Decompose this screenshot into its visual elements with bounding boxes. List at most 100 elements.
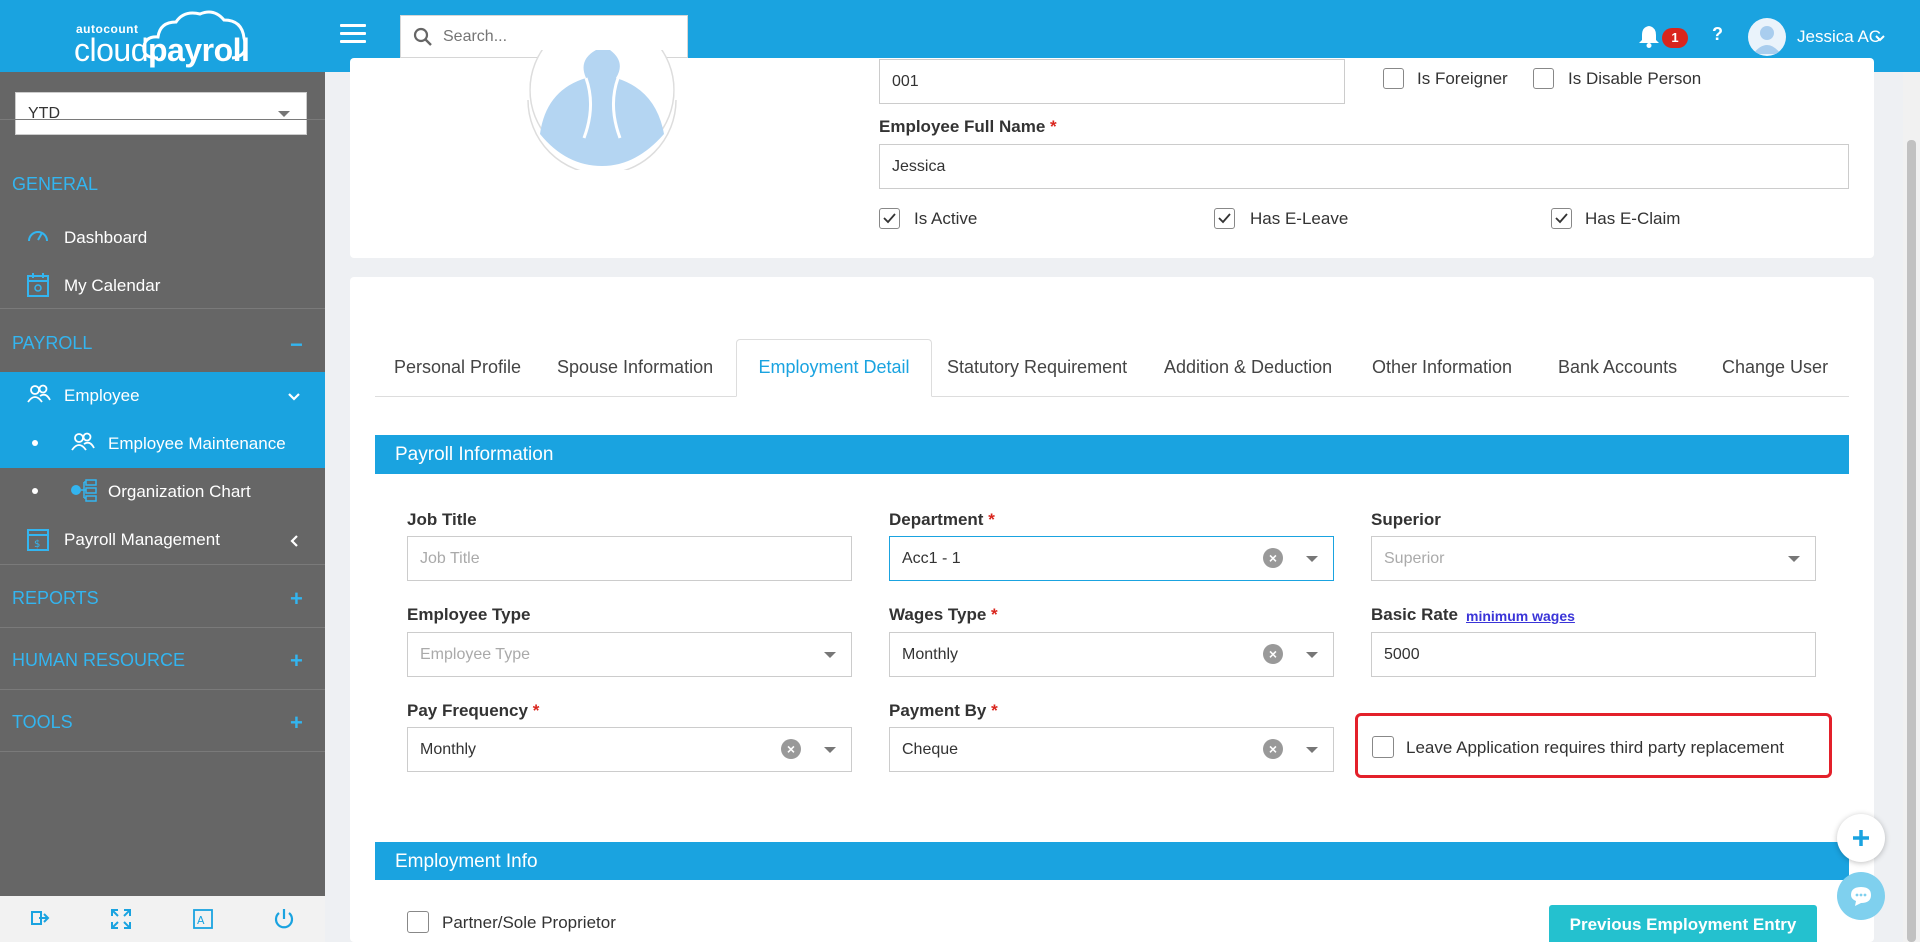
basic-rate-value: 5000 (1384, 646, 1420, 663)
job-title-label: Job Title (407, 510, 477, 529)
power-icon[interactable] (273, 908, 295, 930)
is-foreigner-checkbox[interactable] (1383, 68, 1404, 89)
has-eleave-label: Has E-Leave (1250, 209, 1349, 228)
is-disable-checkbox[interactable] (1533, 68, 1554, 89)
expand-icon[interactable]: + (290, 650, 303, 672)
tab-statutory-requirement[interactable]: Statutory Requirement (947, 357, 1127, 378)
help-icon[interactable]: ? (1712, 24, 1723, 45)
search-input[interactable] (443, 24, 673, 50)
sidebar-footer: A (0, 896, 325, 942)
superior-label: Superior (1371, 510, 1441, 529)
divider (0, 689, 325, 690)
section-payroll[interactable]: PAYROLL (12, 333, 92, 354)
tab-addition-deduction[interactable]: Addition & Deduction (1164, 357, 1332, 378)
pay-frequency-select[interactable]: Monthly × (407, 727, 852, 772)
clear-icon[interactable]: × (1263, 548, 1283, 568)
previous-employment-button[interactable]: Previous Employment Entry (1549, 905, 1817, 942)
is-foreigner-label: Is Foreigner (1417, 69, 1508, 88)
fullscreen-icon[interactable] (110, 908, 132, 930)
sidebar-item-calendar[interactable]: My Calendar (0, 262, 325, 308)
section-general[interactable]: GENERAL (12, 174, 98, 195)
add-fab-button[interactable] (1837, 814, 1885, 862)
tab-employment-detail[interactable]: Employment Detail (736, 339, 932, 397)
chevron-down-icon[interactable] (1788, 556, 1800, 562)
partner-checkbox[interactable] (407, 911, 429, 933)
minimum-wages-link[interactable]: minimum wages (1466, 608, 1575, 624)
chat-fab-button[interactable] (1837, 872, 1885, 920)
department-select[interactable]: Acc1 - 1 × (889, 536, 1334, 581)
wages-type-label: Wages Type * (889, 605, 998, 625)
sidebar-item-label: Organization Chart (108, 482, 251, 501)
tab-bank-accounts[interactable]: Bank Accounts (1558, 357, 1677, 378)
logout-icon[interactable] (30, 908, 50, 928)
calendar-icon (27, 273, 49, 297)
clear-icon[interactable]: × (781, 739, 801, 759)
chevron-down-icon[interactable] (1306, 652, 1318, 658)
sidebar-item-label: My Calendar (64, 276, 161, 295)
chat-icon (1851, 887, 1871, 906)
job-title-input[interactable]: Job Title (407, 536, 852, 581)
employee-type-select[interactable]: Employee Type (407, 632, 852, 677)
leave-replacement-checkbox[interactable] (1372, 736, 1394, 758)
required-mark: * (988, 510, 995, 529)
basic-rate-input[interactable]: 5000 (1371, 632, 1816, 677)
scrollbar-thumb[interactable] (1907, 140, 1916, 942)
chevron-down-icon[interactable] (1306, 747, 1318, 753)
tab-other-information[interactable]: Other Information (1372, 357, 1512, 378)
brand-logo[interactable]: autocount cloudpayroll (0, 0, 325, 72)
check-icon (1218, 213, 1231, 224)
department-label-text: Department (889, 510, 984, 529)
has-eclaim-label: Has E-Claim (1585, 209, 1681, 228)
tab-spouse-information[interactable]: Spouse Information (557, 357, 713, 378)
section-human-resource[interactable]: HUMAN RESOURCE (12, 650, 185, 671)
section-title: Employment Info (395, 851, 538, 872)
expand-icon[interactable]: + (290, 588, 303, 610)
required-mark: * (991, 605, 998, 624)
employee-photo[interactable] (526, 50, 678, 170)
clear-icon[interactable]: × (1263, 739, 1283, 759)
leave-replacement-label: Leave Application requires third party r… (1406, 738, 1784, 757)
brand-name: cloudpayroll (74, 32, 250, 69)
superior-select[interactable]: Superior (1371, 536, 1816, 581)
collapse-icon[interactable]: − (290, 334, 303, 356)
plus-icon (1853, 830, 1869, 846)
payment-by-select[interactable]: Cheque × (889, 727, 1334, 772)
department-value: Acc1 - 1 (902, 550, 961, 567)
sidebar-item-dashboard[interactable]: Dashboard (0, 214, 325, 260)
has-eleave-checkbox[interactable] (1214, 208, 1235, 229)
page-scrollbar[interactable] (1903, 72, 1920, 942)
notification-badge[interactable]: 1 (1662, 28, 1688, 48)
section-tools[interactable]: TOOLS (12, 712, 73, 733)
full-name-label-text: Employee Full Name (879, 117, 1046, 136)
expand-icon[interactable]: + (290, 712, 303, 734)
wages-type-value: Monthly (902, 646, 959, 663)
user-name[interactable]: Jessica AC (1797, 27, 1881, 47)
sidebar-item-employee[interactable]: Employee (0, 372, 325, 420)
tab-personal-profile[interactable]: Personal Profile (394, 357, 521, 378)
sidebar-item-payroll-management[interactable]: $ Payroll Management (0, 516, 325, 564)
required-mark: * (1050, 117, 1057, 136)
full-name-field[interactable]: Jessica (879, 144, 1849, 189)
bell-icon[interactable] (1638, 24, 1660, 48)
section-reports[interactable]: REPORTS (12, 588, 99, 609)
sidebar-item-employee-maintenance[interactable]: Employee Maintenance (0, 420, 325, 468)
required-mark: * (991, 701, 998, 720)
is-active-checkbox[interactable] (879, 208, 900, 229)
avatar[interactable] (1748, 18, 1786, 56)
employee-no-field[interactable]: 001 (879, 59, 1345, 104)
department-label: Department * (889, 510, 995, 530)
chevron-left-icon (290, 535, 298, 547)
wages-type-select[interactable]: Monthly × (889, 632, 1334, 677)
clear-icon[interactable]: × (1263, 644, 1283, 664)
sidebar-item-org-chart[interactable]: Organization Chart (0, 468, 325, 516)
chevron-down-icon[interactable] (1306, 556, 1318, 562)
menu-toggle-icon[interactable] (340, 24, 366, 48)
chevron-down-icon[interactable] (824, 747, 836, 753)
period-select[interactable]: YTD (15, 92, 307, 135)
translate-icon[interactable]: A (192, 908, 214, 930)
has-eclaim-checkbox[interactable] (1551, 208, 1572, 229)
check-icon (1555, 213, 1568, 224)
tab-change-user[interactable]: Change User (1722, 357, 1828, 378)
chevron-down-icon[interactable] (824, 652, 836, 658)
chevron-down-icon[interactable] (1874, 34, 1886, 42)
